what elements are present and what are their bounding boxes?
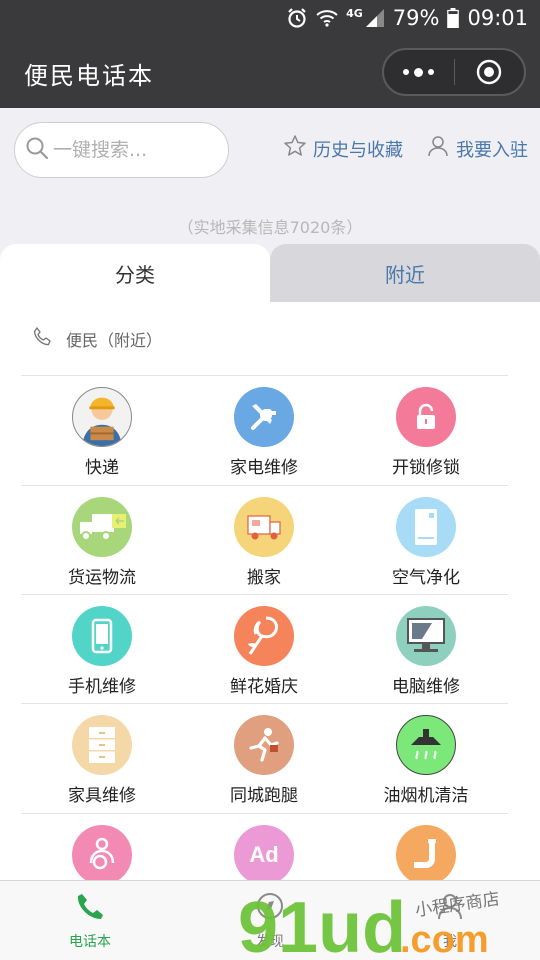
network-type: 4G <box>346 6 363 20</box>
tabbar-label: 电话本 <box>69 934 111 950</box>
category-maternal-care[interactable] <box>21 815 183 880</box>
tabbar-label: 我 <box>443 934 457 950</box>
category-locksmith[interactable]: 开锁修锁 <box>345 377 507 487</box>
close-circle-icon[interactable] <box>454 50 524 94</box>
category-label: 油烟机清洁 <box>383 786 469 806</box>
category-phone-repair[interactable]: 手机维修 <box>21 596 183 706</box>
ad-icon: Ad <box>234 825 294 880</box>
join-label: 我要入驻 <box>456 139 528 161</box>
nav-bar: 便民电话本 <box>0 36 540 108</box>
category-label: 货运物流 <box>68 568 136 588</box>
history-favorites-label: 历史与收藏 <box>313 139 403 161</box>
range-hood-icon <box>396 715 456 775</box>
history-favorites-link[interactable]: 历史与收藏 <box>283 134 403 163</box>
search-input[interactable] <box>53 139 213 161</box>
wifi-icon <box>316 8 338 28</box>
battery-icon <box>447 8 460 28</box>
person-icon <box>435 891 465 925</box>
page-title: 便民电话本 <box>24 62 154 90</box>
category-label: 搬家 <box>247 568 281 588</box>
status-bar: 4G 79% 09:01 <box>0 0 540 36</box>
category-plumbing[interactable] <box>345 815 507 880</box>
category-label: 开锁修锁 <box>392 458 460 478</box>
info-count-text: （实地采集信息7020条） <box>177 218 363 237</box>
category-flowers-wedding[interactable]: 鲜花婚庆 <box>183 596 345 706</box>
category-label: 家具维修 <box>68 786 136 806</box>
category-label: 手机维修 <box>68 677 136 697</box>
category-label: 空气净化 <box>392 568 460 588</box>
category-courier[interactable]: 快递 <box>21 377 183 487</box>
alarm-icon <box>286 7 308 29</box>
courier-icon <box>72 387 132 447</box>
tabbar-phonebook[interactable]: 电话本 <box>0 881 180 960</box>
user-icon <box>426 134 450 163</box>
category-advertising[interactable]: Ad <box>183 815 345 880</box>
cabinet-icon <box>72 715 132 775</box>
category-appliance-repair[interactable]: 家电维修 <box>183 377 345 487</box>
category-panel: 便民（附近） 快递 家电维修 开锁修锁 货运物流 搬家 空气净化 手机维修 鲜花… <box>0 302 540 880</box>
join-link[interactable]: 我要入驻 <box>426 134 528 163</box>
tabbar-label: 发现 <box>256 934 284 950</box>
ad-icon-text: Ad <box>249 842 279 867</box>
tab-nearby[interactable]: 附近 <box>270 244 540 302</box>
pipe-icon <box>396 825 456 880</box>
clock-time: 09:01 <box>467 6 528 30</box>
category-range-hood-cleaning[interactable]: 油烟机清洁 <box>345 705 507 815</box>
tools-icon <box>234 387 294 447</box>
category-label: 同城跑腿 <box>230 786 298 806</box>
category-freight[interactable]: 货运物流 <box>21 487 183 597</box>
section-title: 便民（附近） <box>66 331 163 350</box>
more-dots-icon[interactable] <box>384 50 454 94</box>
phone-icon <box>72 606 132 666</box>
tabbar-discover[interactable]: 发现 <box>180 881 360 960</box>
signal-icon <box>365 8 385 28</box>
tab-category[interactable]: 分类 <box>0 244 270 302</box>
compass-icon <box>255 891 285 925</box>
air-purifier-icon <box>396 497 456 557</box>
category-air-purification[interactable]: 空气净化 <box>345 487 507 597</box>
category-label: 快递 <box>85 458 119 478</box>
truck-icon <box>72 497 132 557</box>
search-icon <box>25 136 49 164</box>
phone-outline-icon <box>32 326 54 352</box>
rose-icon <box>234 606 294 666</box>
mini-program-capsule <box>382 48 526 96</box>
category-label: 鲜花婚庆 <box>230 677 298 697</box>
tab-bar: 电话本 发现 我 <box>0 880 540 960</box>
category-moving[interactable]: 搬家 <box>183 487 345 597</box>
runner-icon <box>234 715 294 775</box>
row-divider <box>21 375 508 376</box>
category-label: 电脑维修 <box>392 677 460 697</box>
section-header: 便民（附近） <box>32 326 162 352</box>
moving-truck-icon <box>234 497 294 557</box>
phone-call-icon <box>75 891 105 925</box>
category-errand-runner[interactable]: 同城跑腿 <box>183 705 345 815</box>
category-label: 家电维修 <box>230 458 298 478</box>
tabbar-me[interactable]: 我 <box>360 881 540 960</box>
search-box[interactable] <box>14 122 229 178</box>
star-icon <box>283 134 307 163</box>
category-furniture-repair[interactable]: 家具维修 <box>21 705 183 815</box>
category-computer-repair[interactable]: 电脑维修 <box>345 596 507 706</box>
battery-text: 79% <box>392 6 440 30</box>
unlock-icon <box>396 387 456 447</box>
monitor-icon <box>396 606 456 666</box>
mother-baby-icon <box>72 825 132 880</box>
